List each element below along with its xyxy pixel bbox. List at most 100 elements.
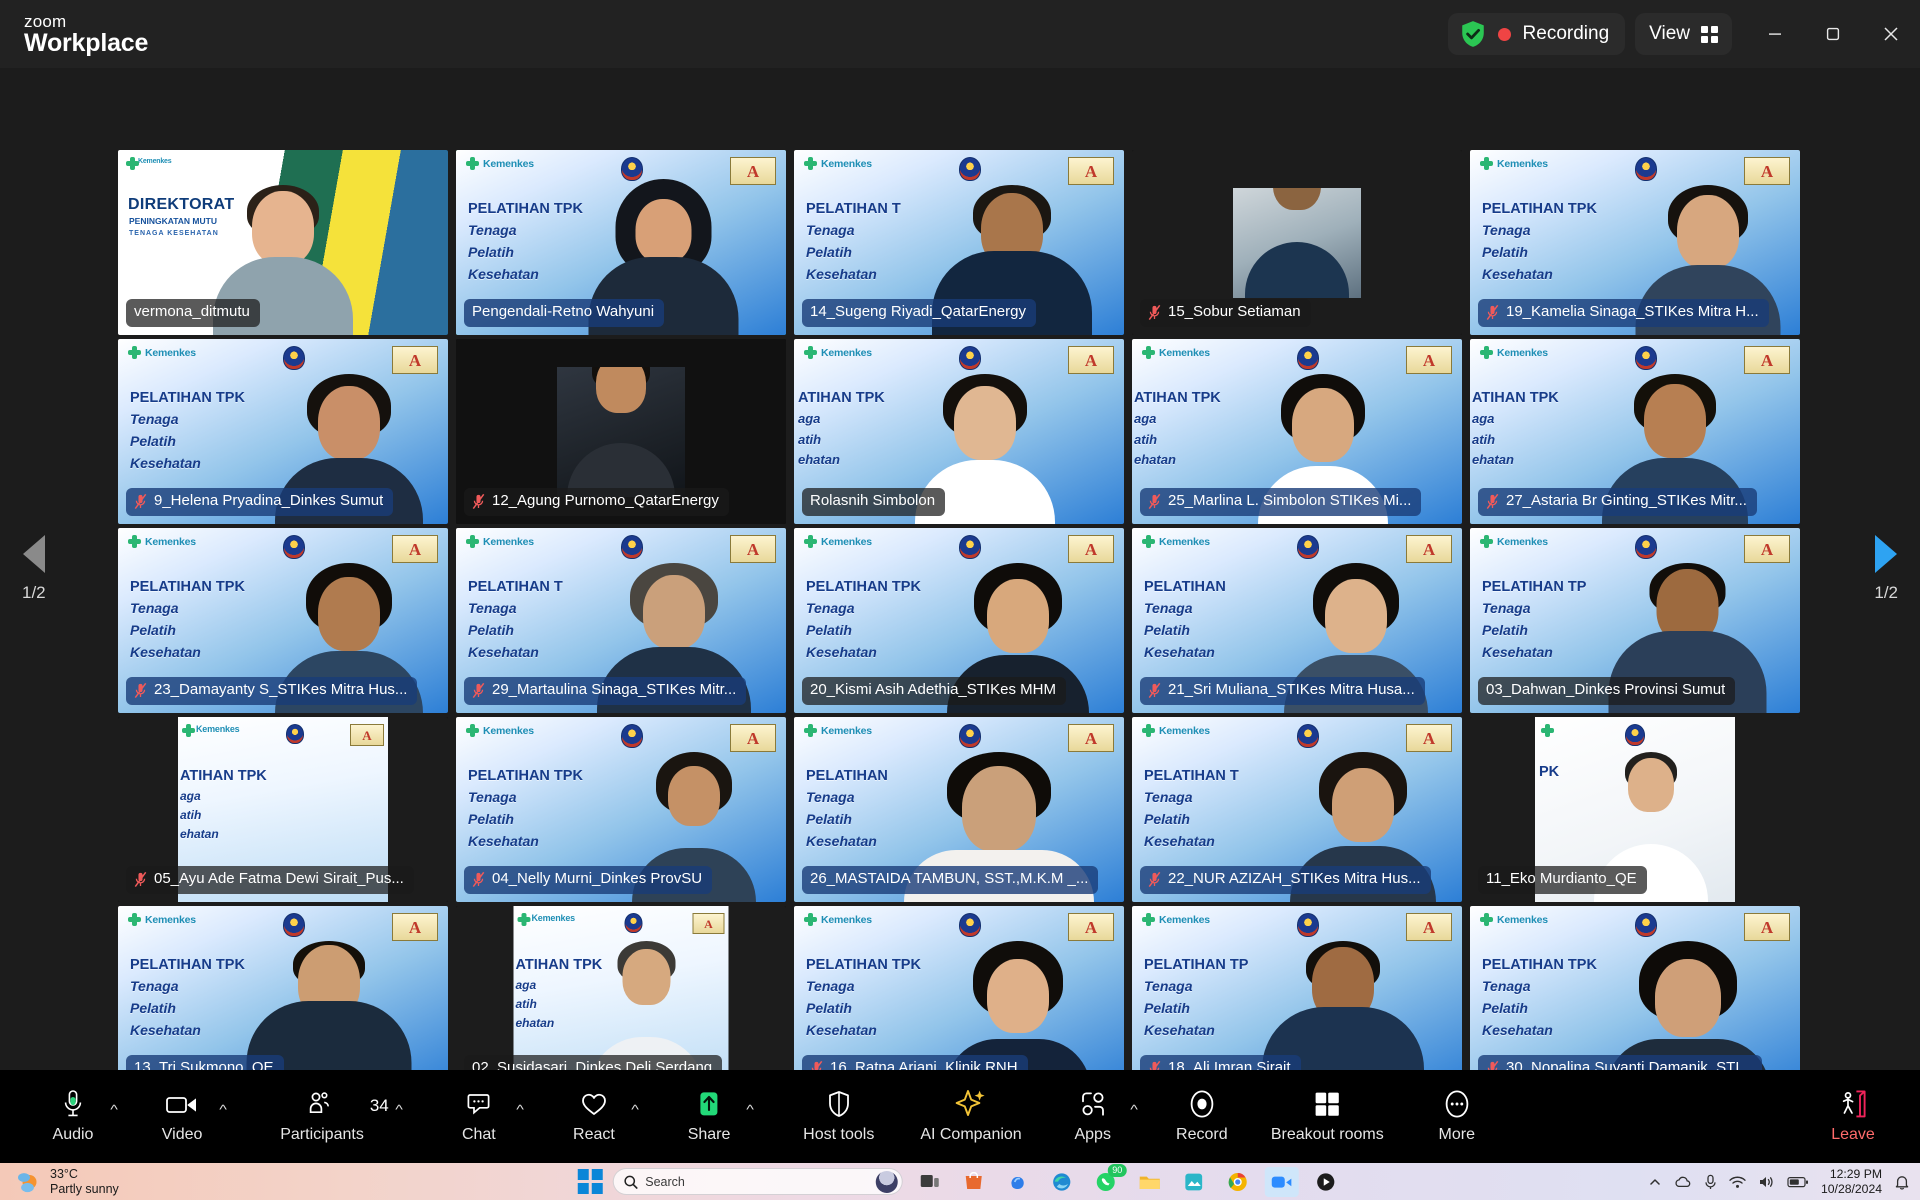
participants-options-caret[interactable]: ^	[395, 1102, 403, 1117]
close-button[interactable]	[1862, 0, 1920, 68]
grid-icon	[1701, 25, 1718, 43]
more-label: More	[1438, 1126, 1475, 1143]
participant-tile[interactable]: Kemenkes A PELATIHAN TP Tenaga Pelatih Kese…	[1470, 528, 1800, 713]
title-bar: zoom Workplace Recording View	[0, 0, 1920, 68]
participant-tile[interactable]: Kemenkes A PELATIHAN TPK Tenaga Pelatih Kes…	[456, 717, 786, 902]
more-button[interactable]: More	[1426, 1089, 1488, 1144]
media-player-icon[interactable]	[1308, 1167, 1342, 1197]
whatsapp-badge: 90	[1108, 1163, 1127, 1178]
view-button[interactable]: View	[1635, 13, 1732, 55]
video-button[interactable]: Video	[151, 1089, 213, 1144]
share-options-caret[interactable]: ^	[746, 1102, 754, 1117]
participant-tile[interactable]: Kemenkes A ATIHAN TPK aga atih ehatan Rolas…	[794, 339, 1124, 524]
participant-name-tag: 22_NUR AZIZAH_STIKes Mitra Hus...	[1140, 866, 1431, 894]
breakout-rooms-label: Breakout rooms	[1270, 1126, 1384, 1143]
audio-options-caret[interactable]: ^	[110, 1102, 118, 1117]
notification-bell-icon[interactable]	[1894, 1174, 1910, 1190]
microphone-tray-icon[interactable]	[1704, 1174, 1717, 1190]
react-button[interactable]: React	[563, 1089, 625, 1144]
apps-icon	[1079, 1089, 1107, 1119]
participant-name: 15_Sobur Setiaman	[1168, 303, 1301, 321]
audio-label: Audio	[52, 1126, 94, 1143]
next-page-button[interactable]: 1/2	[1874, 535, 1898, 603]
participant-name: 21_Sri Muliana_STIKes Mitra Husa...	[1168, 681, 1415, 699]
participant-name-tag: 12_Agung Purnomo_QatarEnergy	[464, 488, 729, 516]
leave-button[interactable]: Leave	[1822, 1089, 1884, 1144]
participant-tile[interactable]: Kemenkes A ATIHAN TPK aga atih ehatan	[456, 906, 786, 1070]
participant-tile[interactable]: DIREKTORAT PENINGKATAN MUTU TENAGA KESEH…	[118, 150, 448, 335]
participants-button[interactable]: Participants	[276, 1089, 368, 1144]
participant-tile[interactable]: Kemenkes A ATIHAN TPK aga atih ehatan	[1470, 339, 1800, 524]
react-options-caret[interactable]: ^	[631, 1102, 639, 1117]
participant-tile[interactable]: Kemenkes A PELATIHAN T Tenaga Pelatih Keseh…	[456, 528, 786, 713]
participant-name: 11_Eko Murdianto_QE	[1486, 870, 1637, 888]
show-hidden-icons-icon[interactable]	[1648, 1175, 1662, 1189]
microsoft-edge-icon[interactable]	[1044, 1167, 1078, 1197]
weather-widget[interactable]: 33°C Partly sunny	[16, 1167, 119, 1196]
apps-options-caret[interactable]: ^	[1130, 1102, 1138, 1117]
host-tools-button[interactable]: Host tools	[799, 1089, 878, 1144]
chat-button[interactable]: Chat	[448, 1089, 510, 1144]
participant-tile[interactable]: Kemenkes A PELATIHAN TPK Tenaga Pelatih Kes…	[1470, 906, 1800, 1070]
zoom-meeting-window: zoom Workplace Recording View 1/2 1/2 DI…	[0, 0, 1920, 1163]
taskbar-clock[interactable]: 12:29 PM 10/28/2024	[1821, 1167, 1882, 1196]
cloud-sync-icon[interactable]	[1674, 1175, 1692, 1189]
participant-name-tag: 16_Ratna Ariani_Klinik RNH	[802, 1055, 1028, 1070]
apps-button[interactable]: Apps	[1062, 1089, 1124, 1144]
video-gallery: 1/2 1/2 DIREKTORAT PENINGKATAN MUTU TENA…	[0, 68, 1920, 1070]
microsoft-copilot-icon[interactable]	[1000, 1167, 1034, 1197]
record-button[interactable]: Record	[1171, 1089, 1233, 1144]
whatsapp-icon[interactable]: 90	[1088, 1163, 1127, 1197]
participant-tile[interactable]: Kemenkes A PELATIHAN TPK Tenaga Pelatih …	[456, 150, 786, 335]
participant-tile[interactable]: Kemenkes A PELATIHAN T Tenaga Pelatih Keseh…	[1132, 717, 1462, 902]
windows-start-icon[interactable]	[577, 1169, 603, 1194]
participant-name-tag: 04_Nelly Murni_Dinkes ProvSU	[464, 866, 713, 894]
participant-name: 27_Astaria Br Ginting_STIKes Mitr...	[1506, 492, 1747, 510]
share-button[interactable]: Share	[678, 1089, 740, 1144]
participant-tile[interactable]: PK 11_Eko Murdianto_QE	[1470, 717, 1800, 902]
participant-name-tag: 03_Dahwan_Dinkes Provinsi Sumut	[1478, 677, 1736, 705]
participant-tile[interactable]: Kemenkes A PELATIHAN TPK Tenaga Pelatih Kes…	[794, 906, 1124, 1070]
google-chrome-icon[interactable]	[1220, 1167, 1254, 1197]
maximize-button[interactable]	[1804, 0, 1862, 68]
participant-tile[interactable]: Kemenkes A PELATIHAN TPK Tenaga Pelatih Kes…	[118, 906, 448, 1070]
participant-tile[interactable]: Kemenkes A PELATIHAN Tenaga Pelatih Kesehat…	[794, 717, 1124, 902]
previous-page-button[interactable]: 1/2	[22, 535, 46, 603]
participant-tile[interactable]: Kemenkes A PELATIHAN TPK Tenaga Pelatih Kes…	[1470, 150, 1800, 335]
microsoft-store-icon[interactable]	[956, 1167, 990, 1197]
recording-indicator[interactable]: Recording	[1447, 13, 1626, 55]
zoom-icon[interactable]	[1264, 1166, 1299, 1197]
participant-tile[interactable]: Kemenkes A PELATIHAN TP Tenaga Pelatih Kese…	[1132, 906, 1462, 1070]
participant-tile[interactable]: Kemenkes A PELATIHAN Tenaga Pelatih Kesehat…	[1132, 528, 1462, 713]
participant-tile[interactable]: 15_Sobur Setiaman	[1132, 150, 1462, 335]
participant-tile[interactable]: Kemenkes A ATIHAN TPK aga atih ehatan 05_Ay…	[118, 717, 448, 902]
weather-description: Partly sunny	[50, 1181, 119, 1196]
participant-name-tag: Pengendali-Retno Wahyuni	[464, 299, 665, 327]
participant-name: 19_Kamelia Sinaga_STIKes Mitra H...	[1506, 303, 1759, 321]
participant-tile[interactable]: Kemenkes A ATIHAN TPK aga atih ehatan	[1132, 339, 1462, 524]
participant-name: 26_MASTAIDA TAMBUN, SST.,M.K.M _...	[810, 870, 1089, 888]
participant-name: Pengendali-Retno Wahyuni	[472, 303, 655, 321]
file-explorer-icon[interactable]	[1132, 1167, 1166, 1197]
mic-muted-icon	[1148, 871, 1161, 888]
task-view-icon[interactable]	[912, 1167, 946, 1197]
breakout-rooms-button[interactable]: Breakout rooms	[1267, 1089, 1388, 1144]
participant-tile[interactable]: 12_Agung Purnomo_QatarEnergy	[456, 339, 786, 524]
minimize-button[interactable]	[1746, 0, 1804, 68]
wifi-icon[interactable]	[1729, 1175, 1746, 1189]
ai-companion-button[interactable]: AI Companion	[916, 1089, 1025, 1144]
participant-tile[interactable]: Kemenkes A PELATIHAN TPK Tenaga Pelatih Kes…	[118, 528, 448, 713]
participant-tile[interactable]: Kemenkes A PELATIHAN TPK Tenaga Pelatih Kes…	[794, 528, 1124, 713]
volume-icon[interactable]	[1758, 1175, 1775, 1189]
battery-icon[interactable]	[1787, 1176, 1809, 1188]
mic-muted-icon	[1149, 1060, 1161, 1070]
audio-button[interactable]: Audio	[42, 1089, 104, 1144]
participant-tile[interactable]: Kemenkes A PELATIHAN TPK Tenaga Pelatih Kes…	[118, 339, 448, 524]
chat-options-caret[interactable]: ^	[516, 1102, 524, 1117]
participant-tile[interactable]: Kemenkes A PELATIHAN T Tenaga Pelatih Keseh…	[794, 150, 1124, 335]
breakout-rooms-icon	[1313, 1089, 1341, 1119]
photos-icon[interactable]	[1176, 1167, 1210, 1197]
chevron-left-icon	[22, 535, 45, 573]
video-options-caret[interactable]: ^	[219, 1102, 227, 1117]
search-input[interactable]: Search	[612, 1168, 903, 1195]
